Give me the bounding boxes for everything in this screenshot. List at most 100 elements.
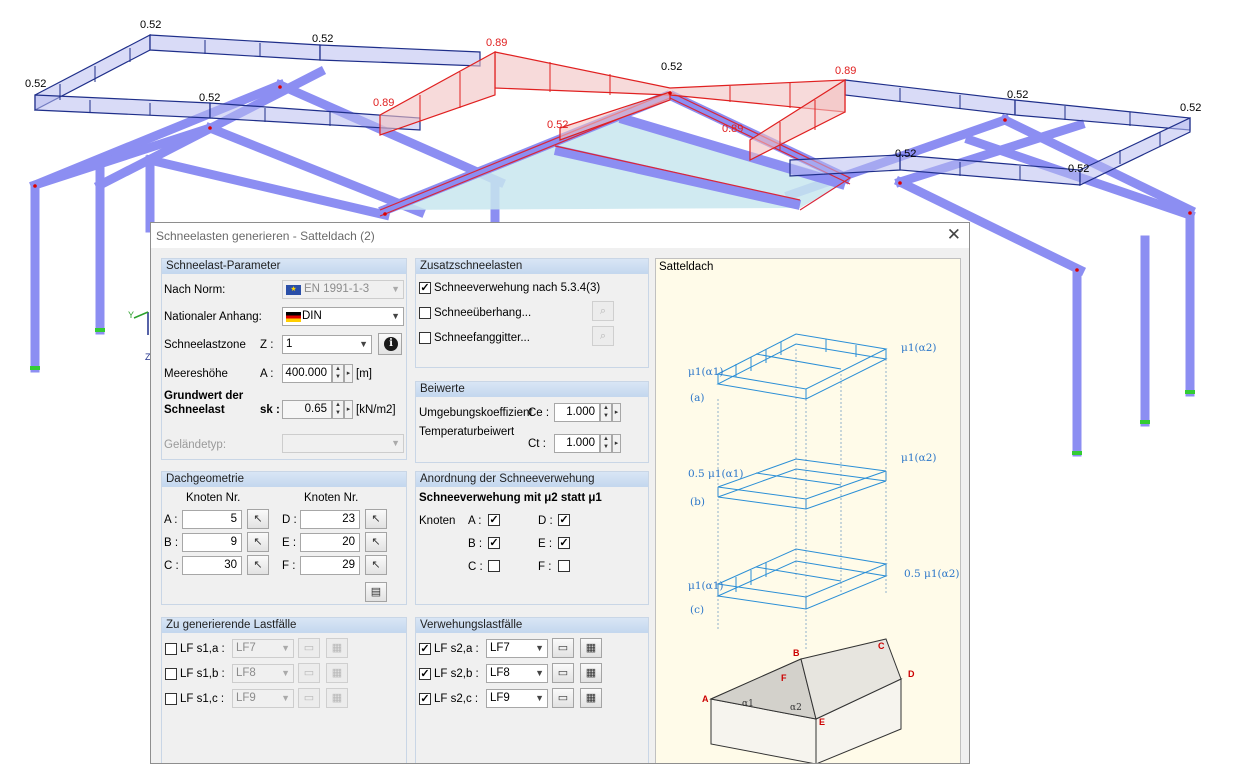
- ce-spinner[interactable]: ▲ ▼: [600, 403, 612, 422]
- mu-label: 0.5 μ1(α2): [904, 568, 960, 580]
- drift-loadcase-select[interactable]: LF7 ▼: [486, 639, 548, 658]
- node-b-input[interactable]: 9: [182, 533, 242, 552]
- pick-all-nodes-button[interactable]: ▤: [365, 582, 387, 602]
- base-spinner[interactable]: ▲ ▼: [332, 400, 344, 419]
- ce-input[interactable]: 1.000: [554, 403, 600, 422]
- drift-option-label: Schneeverwehung nach 5.3.4(3): [434, 282, 601, 294]
- altitude-spinner[interactable]: ▲ ▼: [332, 364, 344, 383]
- pick-node-button[interactable]: ↖: [365, 532, 387, 552]
- ct-spinner[interactable]: ▲ ▼: [600, 434, 612, 453]
- pick-node-button[interactable]: ↖: [365, 555, 387, 575]
- close-icon[interactable]: ✕: [947, 225, 961, 245]
- annex-select[interactable]: DIN ▼: [282, 307, 404, 326]
- ct-arrow-button[interactable]: ▸: [612, 434, 621, 453]
- altitude-input[interactable]: 400.000: [282, 364, 332, 383]
- new-loadcase-button[interactable]: ▭: [552, 663, 574, 683]
- node-a-input[interactable]: 5: [182, 510, 242, 529]
- group-header: Zu generierende Lastfälle: [162, 618, 406, 633]
- drift-node-d-checkbox[interactable]: ✓: [558, 514, 570, 526]
- node-column-header: Knoten Nr.: [186, 492, 241, 504]
- loadcase-label: LF s1,b :: [180, 668, 225, 680]
- node-f-label: F :: [282, 560, 296, 572]
- snowguard-checkbox[interactable]: [419, 332, 431, 344]
- node-label: A: [702, 694, 709, 704]
- new-loadcase-button[interactable]: ▭: [552, 688, 574, 708]
- load-value: 0.89: [486, 37, 507, 49]
- terrain-select[interactable]: ▼: [282, 434, 404, 453]
- altitude-arrow-button[interactable]: ▸: [344, 364, 353, 383]
- new-loadcase-button[interactable]: ▭: [552, 638, 574, 658]
- loadcase-checkbox[interactable]: [165, 668, 177, 680]
- pick-node-button[interactable]: ↖: [247, 555, 269, 575]
- base-value-field: 0.65: [282, 400, 332, 419]
- overhang-settings-button[interactable]: ⌕: [592, 301, 614, 321]
- drift-loadcase-checkbox[interactable]: ✓: [419, 643, 431, 655]
- drift-loadcase-select[interactable]: LF9 ▼: [486, 689, 548, 708]
- load-value: 0.52: [895, 148, 916, 160]
- pick-all-icon: ▤: [370, 586, 382, 598]
- drift-loadcase-checkbox[interactable]: ✓: [419, 668, 431, 680]
- german-flag-icon: [286, 312, 301, 322]
- new-loadcase-button[interactable]: ▭: [298, 638, 320, 658]
- terrain-label: Geländetyp:: [164, 439, 227, 451]
- edit-loadcase-button[interactable]: ▦: [580, 663, 602, 683]
- node-f-input[interactable]: 29: [300, 556, 360, 575]
- drift-loadcase-checkbox[interactable]: ✓: [419, 693, 431, 705]
- drift-node-b-checkbox[interactable]: ✓: [488, 537, 500, 549]
- pointer-icon: ↖: [253, 513, 263, 525]
- loadcase-select[interactable]: LF9 ▼: [232, 689, 294, 708]
- overhang-option-label: Schneeüberhang...: [434, 307, 532, 319]
- ct-input[interactable]: 1.000: [554, 434, 600, 453]
- node-d-input[interactable]: 23: [300, 510, 360, 529]
- edit-loadcase-button[interactable]: ▦: [326, 638, 348, 658]
- group-header: Verwehungslastfälle: [416, 618, 648, 633]
- pick-node-button[interactable]: ↖: [247, 532, 269, 552]
- drift-checkbox[interactable]: ✓: [419, 282, 431, 294]
- drift-node-e-label: E :: [538, 538, 553, 550]
- zone-symbol: Z :: [260, 339, 274, 351]
- node-e-input[interactable]: 20: [300, 533, 360, 552]
- base-label-line2: Schneelast: [164, 404, 225, 416]
- node-e-label: E :: [282, 537, 297, 549]
- edit-loadcase-button[interactable]: ▦: [326, 688, 348, 708]
- load-value: 0.52: [312, 33, 333, 45]
- loadcase-select[interactable]: LF7 ▼: [232, 639, 294, 658]
- snow-distribution-diagram: μ1(α1) μ1(α2) (a) 0.5 μ1(α1) μ1(α2) (b) …: [688, 333, 960, 763]
- projection-lines: [717, 349, 887, 649]
- edit-loadcase-button[interactable]: ▦: [580, 638, 602, 658]
- edit-loadcase-button[interactable]: ▦: [326, 663, 348, 683]
- edit-icon: ⌕: [599, 305, 607, 317]
- chevron-down-icon: ▼: [281, 668, 290, 678]
- additional-loads-group: Zusatzschneelasten ✓ Schneeverwehung nac…: [415, 258, 649, 368]
- ce-arrow-button[interactable]: ▸: [612, 403, 621, 422]
- new-loadcase-button[interactable]: ▭: [298, 663, 320, 683]
- node-c-input[interactable]: 30: [182, 556, 242, 575]
- norm-select[interactable]: ★ EN 1991-1-3 ▼: [282, 280, 404, 299]
- snowguard-settings-button[interactable]: ⌕: [592, 326, 614, 346]
- drift-loadcase-value: LF7: [490, 642, 510, 654]
- loadcase-checkbox[interactable]: [165, 643, 177, 655]
- new-loadcase-button[interactable]: ▭: [298, 688, 320, 708]
- base-label-line1: Grundwert der: [164, 390, 244, 402]
- node-d-label: D :: [282, 514, 297, 526]
- load-value: 0.52: [1007, 89, 1028, 101]
- loadcase-checkbox[interactable]: [165, 693, 177, 705]
- drift-loadcase-select[interactable]: LF8 ▼: [486, 664, 548, 683]
- drift-node-e-checkbox[interactable]: ✓: [558, 537, 570, 549]
- load-value: 0.89: [722, 123, 743, 135]
- edit-loadcase-button[interactable]: ▦: [580, 688, 602, 708]
- drift-node-a-checkbox[interactable]: ✓: [488, 514, 500, 526]
- loadcase-select[interactable]: LF8 ▼: [232, 664, 294, 683]
- drift-node-f-checkbox[interactable]: [558, 560, 570, 572]
- edit-icon: ▦: [331, 642, 343, 654]
- drift-loadcase-value: LF8: [490, 667, 510, 679]
- edit-icon: ▦: [331, 667, 343, 679]
- mu-label: 0.5 μ1(α1): [688, 468, 744, 480]
- pick-node-button[interactable]: ↖: [247, 509, 269, 529]
- overhang-checkbox[interactable]: [419, 307, 431, 319]
- base-arrow-button[interactable]: ▸: [344, 400, 353, 419]
- drift-node-c-checkbox[interactable]: [488, 560, 500, 572]
- info-button[interactable]: i: [378, 333, 402, 355]
- pick-node-button[interactable]: ↖: [365, 509, 387, 529]
- zone-select[interactable]: 1 ▼: [282, 335, 372, 354]
